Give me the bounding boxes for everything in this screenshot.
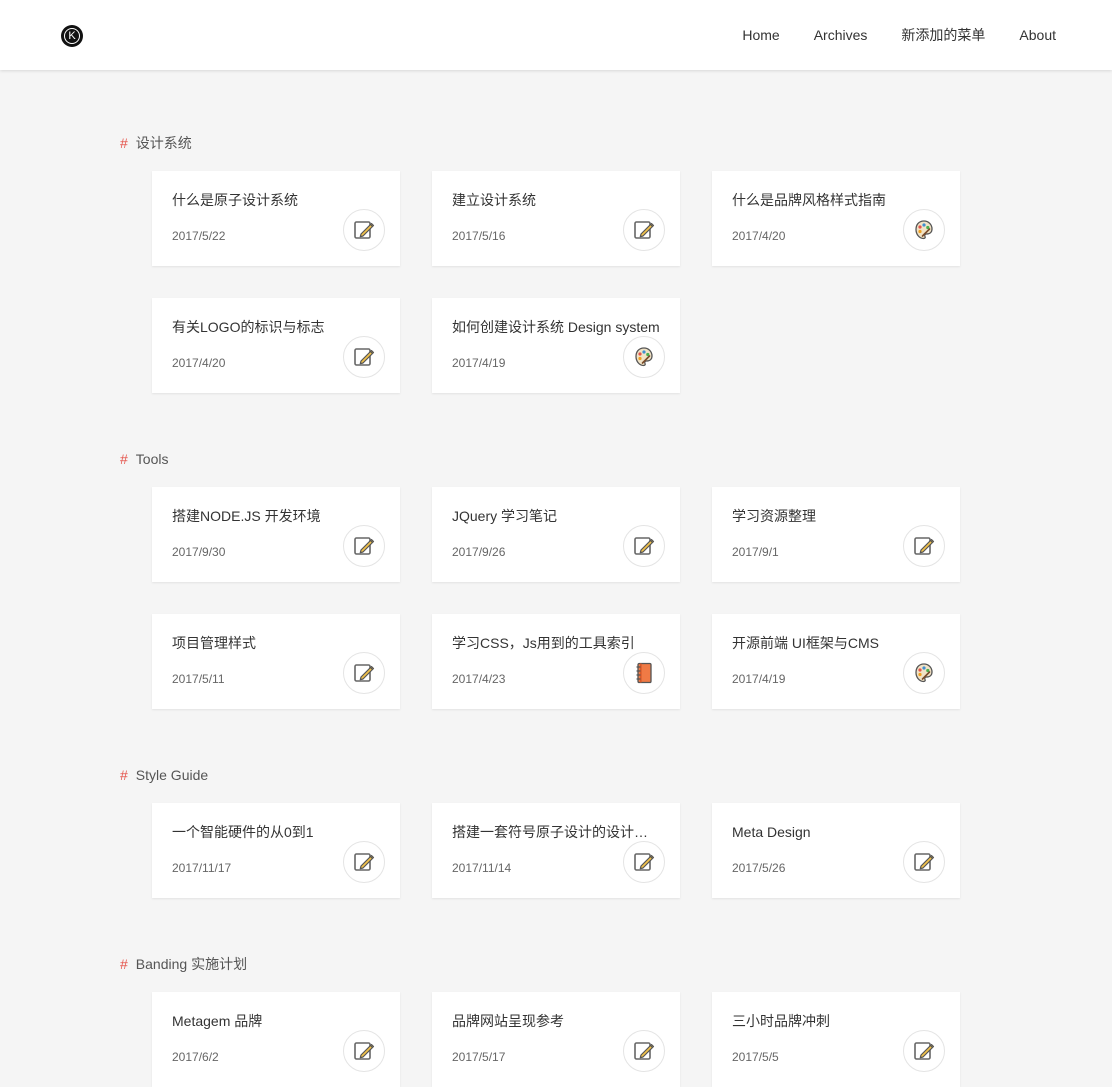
post-card[interactable]: 学习资源整理 2017/9/1 — [712, 487, 960, 582]
section-title: Banding 实施计划 — [135, 956, 248, 972]
post-card[interactable]: 搭建一套符号原子设计的设计… 2017/11/14 — [432, 803, 680, 898]
hash-mark: # — [120, 956, 128, 972]
pencil-note-icon — [903, 1030, 945, 1072]
post-title[interactable]: 一个智能硬件的从0到1 — [172, 823, 384, 841]
post-title[interactable]: 项目管理样式 — [172, 634, 384, 652]
pencil-note-icon — [343, 1030, 385, 1072]
palette-icon — [903, 652, 945, 694]
post-title[interactable]: 建立设计系统 — [452, 191, 664, 209]
post-title[interactable]: Metagem 品牌 — [172, 1012, 384, 1030]
hash-mark: # — [120, 135, 128, 151]
section-heading: # Style Guide — [120, 766, 208, 784]
post-title[interactable]: 什么是品牌风格样式指南 — [732, 191, 944, 209]
post-date: 2017/11/14 — [452, 861, 512, 875]
post-card[interactable]: 学习CSS，Js用到的工具索引 2017/4/23 — [432, 614, 680, 709]
pencil-note-icon — [343, 336, 385, 378]
nav-home[interactable]: Home — [742, 26, 779, 44]
post-date: 2017/6/2 — [172, 1050, 219, 1064]
post-date: 2017/4/19 — [732, 672, 786, 686]
post-title[interactable]: 开源前端 UI框架与CMS — [732, 634, 944, 652]
post-title[interactable]: 品牌网站呈现参考 — [452, 1012, 664, 1030]
post-date: 2017/5/17 — [452, 1050, 506, 1064]
main-nav: Home Archives 新添加的菜单 About — [708, 26, 1056, 44]
pencil-note-icon — [623, 841, 665, 883]
post-date: 2017/5/26 — [732, 861, 786, 875]
post-title[interactable]: 三小时品牌冲刺 — [732, 1012, 944, 1030]
post-date: 2017/4/19 — [452, 356, 506, 370]
post-card[interactable]: JQuery 学习笔记 2017/9/26 — [432, 487, 680, 582]
post-title[interactable]: Meta Design — [732, 823, 944, 841]
section-heading: # 设计系统 — [120, 134, 192, 152]
post-card[interactable]: 建立设计系统 2017/5/16 — [432, 171, 680, 266]
post-title[interactable]: JQuery 学习笔记 — [452, 507, 664, 525]
notebook-icon — [623, 652, 665, 694]
post-date: 2017/5/22 — [172, 229, 226, 243]
pencil-note-icon — [343, 652, 385, 694]
post-title[interactable]: 什么是原子设计系统 — [172, 191, 384, 209]
post-card[interactable]: 搭建NODE.JS 开发环境 2017/9/30 — [152, 487, 400, 582]
pencil-note-icon — [343, 841, 385, 883]
section-title: Tools — [135, 451, 169, 467]
hash-mark: # — [120, 451, 128, 467]
palette-icon — [623, 336, 665, 378]
palette-icon — [903, 209, 945, 251]
nav-archives[interactable]: Archives — [814, 26, 868, 44]
nav-new-menu[interactable]: 新添加的菜单 — [901, 26, 985, 44]
post-card[interactable]: Metagem 品牌 2017/6/2 — [152, 992, 400, 1087]
section-title: 设计系统 — [135, 135, 192, 151]
pencil-note-icon — [903, 841, 945, 883]
post-date: 2017/5/11 — [172, 672, 225, 686]
post-date: 2017/9/26 — [452, 545, 506, 559]
post-card[interactable]: 什么是原子设计系统 2017/5/22 — [152, 171, 400, 266]
post-date: 2017/4/20 — [732, 229, 786, 243]
post-card[interactable]: 有关LOGO的标识与标志 2017/4/20 — [152, 298, 400, 393]
pencil-note-icon — [623, 525, 665, 567]
pencil-note-icon — [343, 209, 385, 251]
post-date: 2017/4/20 — [172, 356, 226, 370]
section-heading: # Tools — [120, 450, 168, 468]
post-date: 2017/9/1 — [732, 545, 779, 559]
logo-letter: K — [64, 28, 80, 44]
post-date: 2017/5/16 — [452, 229, 506, 243]
post-date: 2017/5/5 — [732, 1050, 779, 1064]
post-title[interactable]: 如何创建设计系统 Design system — [452, 318, 664, 336]
post-title[interactable]: 搭建NODE.JS 开发环境 — [172, 507, 384, 525]
post-card[interactable]: 如何创建设计系统 Design system 2017/4/19 — [432, 298, 680, 393]
nav-about[interactable]: About — [1019, 26, 1056, 44]
hash-mark: # — [120, 767, 128, 783]
post-card[interactable]: 什么是品牌风格样式指南 2017/4/20 — [712, 171, 960, 266]
post-title[interactable]: 有关LOGO的标识与标志 — [172, 318, 384, 336]
pencil-note-icon — [623, 1030, 665, 1072]
section-title: Style Guide — [135, 767, 209, 783]
post-card[interactable]: 三小时品牌冲刺 2017/5/5 — [712, 992, 960, 1087]
top-navbar: K Home Archives 新添加的菜单 About — [0, 0, 1112, 70]
post-date: 2017/9/30 — [172, 545, 226, 559]
section-heading: # Banding 实施计划 — [120, 955, 247, 973]
post-title[interactable]: 学习资源整理 — [732, 507, 944, 525]
post-card[interactable]: 项目管理样式 2017/5/11 — [152, 614, 400, 709]
post-title[interactable]: 学习CSS，Js用到的工具索引 — [452, 634, 664, 652]
post-date: 2017/11/17 — [172, 861, 232, 875]
post-title[interactable]: 搭建一套符号原子设计的设计… — [452, 823, 664, 841]
site-logo[interactable]: K — [61, 25, 83, 47]
post-date: 2017/4/23 — [452, 672, 506, 686]
post-card[interactable]: 一个智能硬件的从0到1 2017/11/17 — [152, 803, 400, 898]
post-card[interactable]: Meta Design 2017/5/26 — [712, 803, 960, 898]
pencil-note-icon — [903, 525, 945, 567]
pencil-note-icon — [623, 209, 665, 251]
post-card[interactable]: 品牌网站呈现参考 2017/5/17 — [432, 992, 680, 1087]
pencil-note-icon — [343, 525, 385, 567]
post-card[interactable]: 开源前端 UI框架与CMS 2017/4/19 — [712, 614, 960, 709]
